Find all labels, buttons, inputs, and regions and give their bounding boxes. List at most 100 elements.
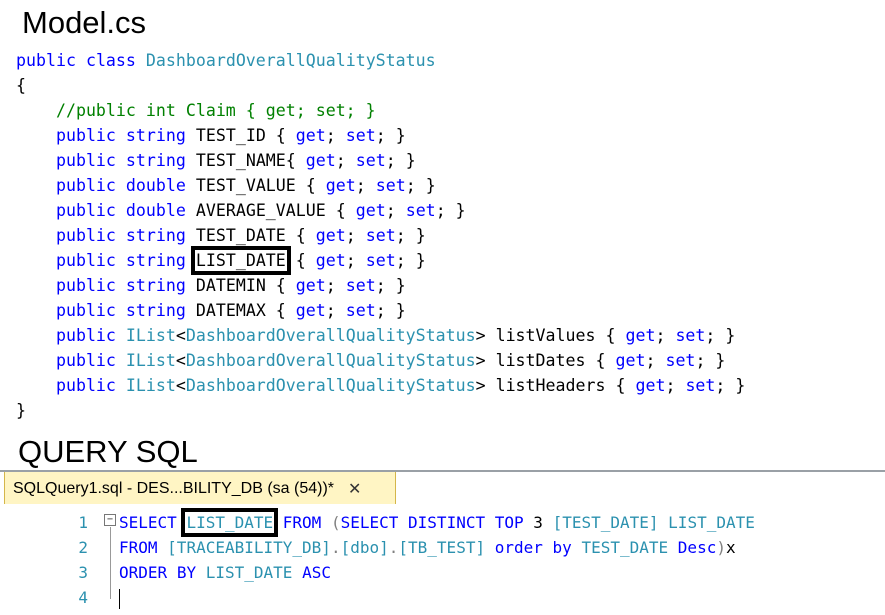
keyword: public [55, 376, 116, 395]
keyword: public [55, 276, 116, 295]
operator: . [330, 538, 341, 557]
brace: { [325, 201, 356, 220]
property-line: public string TEST_DATE { get; set; } [55, 226, 426, 245]
type: IList [125, 376, 176, 395]
identifier: [TB_TEST] [398, 538, 486, 557]
generic-type: DashboardOverallQualityStatus [185, 351, 476, 370]
open-brace: { [16, 76, 26, 95]
keyword: TOP [494, 513, 524, 532]
keyword: class [85, 51, 136, 70]
property-name: TEST_DATE [195, 226, 286, 245]
type: double [125, 176, 186, 195]
keyword: ORDER [119, 563, 168, 582]
brace: { [265, 126, 296, 145]
property-name: AVERAGE_VALUE [195, 201, 326, 220]
keyword: public [55, 226, 116, 245]
property-line: public string DATEMIN { get; set; } [55, 276, 406, 295]
keyword: by [552, 538, 572, 557]
collapse-icon[interactable]: − [104, 514, 116, 526]
line-number: 2 [78, 538, 88, 557]
identifier: TEST_DATE [581, 538, 669, 557]
keyword: DISTINCT [408, 513, 486, 532]
list-property-line: public IList<DashboardOverallQualityStat… [55, 326, 736, 345]
document-tab-bar: SQLQuery1.sql - DES...BILITY_DB (sa (54)… [0, 470, 885, 506]
close-icon[interactable]: ✕ [348, 479, 361, 499]
type: IList [125, 326, 176, 345]
keyword: set [365, 226, 396, 245]
brace: { [285, 251, 316, 270]
type: IList [125, 351, 176, 370]
type: string [125, 151, 186, 170]
brace: ; } [375, 126, 406, 145]
brace: ; } [395, 226, 426, 245]
class-declaration: public class DashboardOverallQualityStat… [16, 48, 745, 73]
identifier: [TEST_DATE] [552, 513, 659, 532]
highlighted-property-list-date: LIST_DATE [190, 246, 291, 275]
list-property-line: public IList<DashboardOverallQualityStat… [55, 376, 746, 395]
line-number-gutter: 1 2 3 4 [0, 510, 90, 610]
brace: ; } [435, 201, 466, 220]
fold-guide [110, 527, 111, 599]
brace: { [285, 151, 306, 170]
highlighted-column-list-date: LIST_DATE [181, 508, 279, 537]
brace: { [285, 226, 316, 245]
brace: ; } [375, 276, 406, 295]
property-line: public double AVERAGE_VALUE { get; set; … [55, 201, 466, 220]
keyword: SELECT [119, 513, 177, 532]
property-line: public string DATEMAX { get; set; } [55, 301, 406, 320]
property-line: public string LIST_DATE { get; set; } [55, 246, 426, 275]
keyword: public [55, 351, 116, 370]
sql-editor[interactable]: 1 2 3 4 − SELECT LIST_DATE FROM (SELECT … [0, 504, 885, 615]
keyword: get [355, 201, 386, 220]
operator: ) [716, 538, 726, 557]
keyword: order [494, 538, 543, 557]
property-name: TEST_VALUE [195, 176, 296, 195]
comment: //public int Claim { get; set; } [55, 101, 376, 120]
line-number: 3 [78, 563, 88, 582]
keyword: get [305, 151, 336, 170]
keyword: get [325, 176, 356, 195]
brace: ; } [375, 301, 406, 320]
brace: ; } [405, 176, 436, 195]
sql-line-2: FROM [TRACEABILITY_DB].[dbo].[TB_TEST] o… [119, 535, 755, 560]
property-name: DATEMIN [195, 276, 266, 295]
brace: { [265, 301, 296, 320]
keyword: public [16, 51, 76, 70]
property-name: TEST_NAME [195, 151, 286, 170]
identifier: LIST_DATE [668, 513, 755, 532]
sql-line-3: ORDER BY LIST_DATE ASC [119, 560, 755, 585]
property-name: listHeaders [495, 376, 606, 395]
tab-sqlquery1[interactable]: SQLQuery1.sql - DES...BILITY_DB (sa (54)… [4, 472, 396, 506]
keyword: get [295, 276, 326, 295]
property-name: DATEMAX [195, 301, 266, 320]
keyword: set [375, 176, 406, 195]
operator: . [388, 538, 399, 557]
property-name: listDates [495, 351, 586, 370]
brace: ; } [395, 251, 426, 270]
sql-line-1: SELECT LIST_DATE FROM (SELECT DISTINCT T… [119, 508, 755, 537]
keyword: SELECT [340, 513, 399, 532]
close-brace: } [16, 401, 26, 420]
generic-type: DashboardOverallQualityStatus [185, 376, 476, 395]
brace: ; } [385, 151, 416, 170]
identifier: x [725, 538, 736, 557]
identifier: [dbo] [340, 538, 389, 557]
keyword: set [345, 301, 376, 320]
keyword: get [295, 301, 326, 320]
keyword: Desc [677, 538, 717, 557]
keyword: set [365, 251, 396, 270]
type: string [125, 251, 186, 270]
keyword: set [405, 201, 436, 220]
keyword: get [315, 226, 346, 245]
keyword: get [295, 126, 326, 145]
model-heading: Model.cs [22, 5, 147, 40]
type: double [125, 201, 186, 220]
property-line: public double TEST_VALUE { get; set; } [55, 176, 436, 195]
keyword: FROM [282, 513, 322, 532]
type: string [125, 226, 186, 245]
keyword: FROM [119, 538, 158, 557]
keyword: set [345, 276, 376, 295]
comment-line: //public int Claim { get; set; } [16, 98, 745, 123]
keyword: public [55, 176, 116, 195]
operator: ( [330, 513, 341, 532]
